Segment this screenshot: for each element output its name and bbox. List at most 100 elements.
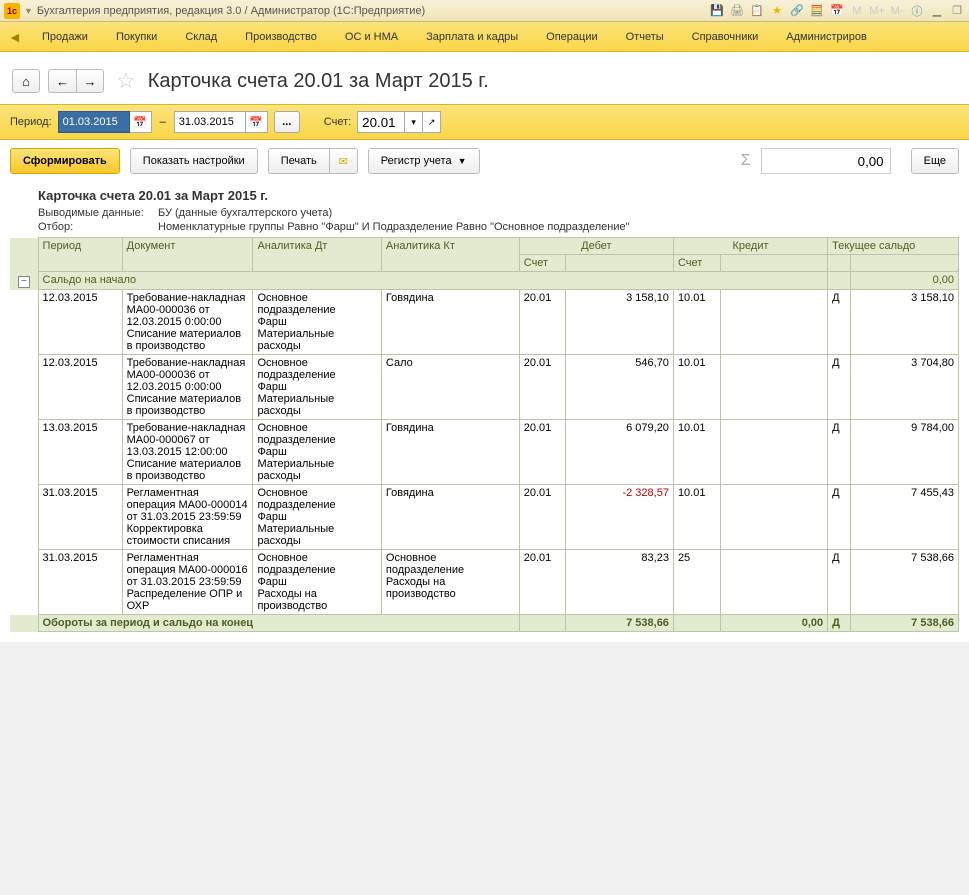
filter-value: Номенклатурные группы Равно "Фарш" И Под… (158, 221, 630, 233)
cell-credit-amount (720, 420, 827, 485)
print-button[interactable]: Печать (268, 148, 330, 174)
cell-dc: Д (828, 420, 851, 485)
cell-debit-amount: -2 328,57 (566, 485, 673, 550)
output-label: Выводимые данные: (38, 207, 158, 219)
account-input[interactable] (357, 111, 405, 133)
clipboard-icon[interactable]: 📋 (749, 3, 765, 19)
table-row[interactable]: 12.03.2015 Требование-накладная МА00-000… (10, 290, 959, 355)
col-debit: Дебет (519, 238, 673, 255)
cell-dc: Д (828, 290, 851, 355)
account-dropdown-icon[interactable]: ▾ (405, 111, 423, 133)
cell-adt: Основное подразделениеФаршРасходы на про… (253, 550, 381, 615)
minimize-icon[interactable]: ▁ (929, 3, 945, 19)
app-menu-dropdown-icon[interactable]: ▼ (24, 6, 33, 16)
report-area: Карточка счета 20.01 за Март 2015 г. Выв… (0, 182, 969, 642)
period-bar: Период: 📅 – 📅 ... Счет: ▾ ↗ (0, 104, 969, 140)
cell-credit-account: 10.01 (673, 355, 720, 420)
menu-sales[interactable]: Продажи (28, 22, 102, 52)
nav-forward-button[interactable]: → (76, 69, 104, 93)
cell-dc: Д (828, 550, 851, 615)
table-row[interactable]: 31.03.2015 Регламентная операция МА00-00… (10, 550, 959, 615)
print-icon[interactable]: 🖨 (729, 3, 745, 19)
m-minus-icon[interactable]: M- (889, 3, 905, 19)
period-from-calendar-icon[interactable]: 📅 (130, 111, 152, 133)
menu-assets[interactable]: ОС и НМА (331, 22, 412, 52)
calendar-icon[interactable]: 📅 (829, 3, 845, 19)
menu-warehouse[interactable]: Склад (171, 22, 231, 52)
cell-adt: Основное подразделениеФаршМатериальные р… (253, 355, 381, 420)
m-plus-icon[interactable]: M+ (869, 3, 885, 19)
more-button[interactable]: Еще (911, 148, 959, 174)
menu-purchases[interactable]: Покупки (102, 22, 171, 52)
window-titlebar: 1c ▼ Бухгалтерия предприятия, редакция 3… (0, 0, 969, 22)
period-to-calendar-icon[interactable]: 📅 (246, 111, 268, 133)
filter-label: Отбор: (38, 221, 158, 233)
sum-field[interactable] (761, 148, 891, 174)
cell-credit-account: 25 (673, 550, 720, 615)
cell-period: 12.03.2015 (38, 290, 122, 355)
account-open-icon[interactable]: ↗ (423, 111, 441, 133)
generate-button[interactable]: Сформировать (10, 148, 120, 174)
cell-doc: Требование-накладная МА00-000036 от 12.0… (122, 290, 253, 355)
cell-adt: Основное подразделениеФаршМатериальные р… (253, 290, 381, 355)
col-period: Период (38, 238, 122, 272)
period-select-button[interactable]: ... (274, 111, 300, 133)
period-from-input[interactable] (58, 111, 130, 133)
col-credit-account: Счет (673, 255, 720, 272)
cell-credit-account: 10.01 (673, 485, 720, 550)
cell-period: 13.03.2015 (38, 420, 122, 485)
output-value: БУ (данные бухгалтерского учета) (158, 207, 332, 219)
dropdown-icon: ▼ (458, 156, 467, 166)
cell-dc: Д (828, 355, 851, 420)
cell-balance: 3 704,80 (851, 355, 959, 420)
home-button[interactable]: ⌂ (12, 69, 40, 93)
report-title: Карточка счета 20.01 за Март 2015 г. (38, 188, 931, 203)
cell-akt: Говядина (381, 485, 519, 550)
cell-debit-amount: 6 079,20 (566, 420, 673, 485)
save-icon[interactable]: 💾 (709, 3, 725, 19)
cell-akt: Сало (381, 355, 519, 420)
account-label: Счет: (324, 116, 351, 128)
report-table: Период Документ Аналитика Дт Аналитика К… (10, 237, 959, 632)
nav-back-button[interactable]: ← (48, 69, 76, 93)
table-row[interactable]: 31.03.2015 Регламентная операция МА00-00… (10, 485, 959, 550)
cell-doc: Регламентная операция МА00-000016 от 31.… (122, 550, 253, 615)
period-to-input[interactable] (174, 111, 246, 133)
table-row[interactable]: 13.03.2015 Требование-накладная МА00-000… (10, 420, 959, 485)
link-icon[interactable]: 🔗 (789, 3, 805, 19)
menu-back-icon[interactable]: ◄ (8, 29, 28, 45)
cell-akt: Основное подразделениеРасходы на произво… (381, 550, 519, 615)
menu-admin[interactable]: Администриров (772, 22, 881, 52)
table-row[interactable]: 12.03.2015 Требование-накладная МА00-000… (10, 355, 959, 420)
cell-akt: Говядина (381, 420, 519, 485)
mail-icon[interactable]: ✉ (330, 148, 358, 174)
cell-doc: Требование-накладная МА00-000036 от 12.0… (122, 355, 253, 420)
help-icon[interactable]: ⓘ (909, 3, 925, 19)
sum-icon: Σ (741, 152, 751, 170)
window-title: Бухгалтерия предприятия, редакция 3.0 / … (37, 5, 709, 17)
menu-production[interactable]: Производство (231, 22, 331, 52)
app-logo: 1c (4, 3, 20, 19)
collapse-button[interactable]: − (18, 276, 30, 288)
menu-reports[interactable]: Отчеты (612, 22, 678, 52)
favorite-star-icon[interactable]: ☆ (116, 68, 136, 94)
cell-doc: Регламентная операция МА00-000014 от 31.… (122, 485, 253, 550)
cell-balance: 9 784,00 (851, 420, 959, 485)
cell-credit-amount (720, 355, 827, 420)
favorite-icon[interactable]: ★ (769, 3, 785, 19)
cell-credit-amount (720, 550, 827, 615)
menu-operations[interactable]: Операции (532, 22, 611, 52)
col-balance: Текущее сальдо (828, 238, 959, 255)
show-settings-button[interactable]: Показать настройки (130, 148, 258, 174)
cell-credit-amount (720, 290, 827, 355)
col-doc: Документ (122, 238, 253, 272)
register-button[interactable]: Регистр учета▼ (368, 148, 480, 174)
cell-credit-account: 10.01 (673, 420, 720, 485)
cell-debit-amount: 546,70 (566, 355, 673, 420)
menu-catalogs[interactable]: Справочники (678, 22, 773, 52)
calculator-icon[interactable]: 🧮 (809, 3, 825, 19)
page-title: Карточка счета 20.01 за Март 2015 г. (148, 70, 489, 93)
m-icon[interactable]: M (849, 3, 865, 19)
restore-icon[interactable]: ❐ (949, 3, 965, 19)
menu-payroll[interactable]: Зарплата и кадры (412, 22, 532, 52)
